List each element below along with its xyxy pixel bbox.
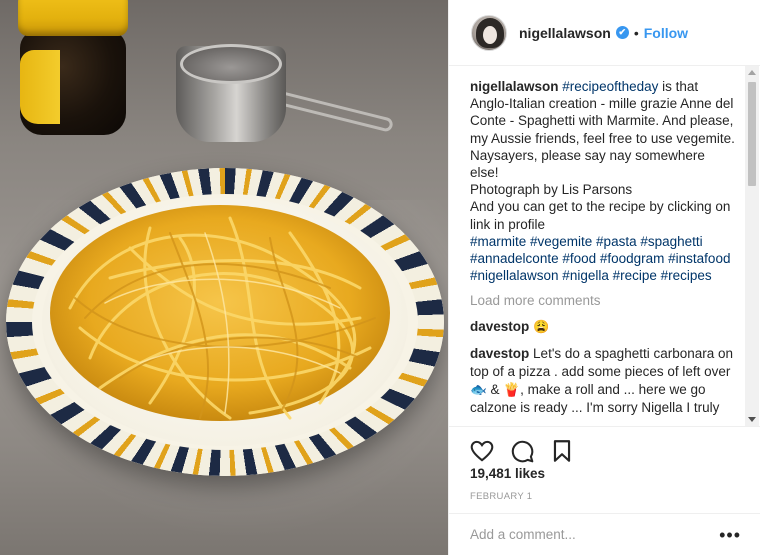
action-bar	[449, 426, 760, 466]
load-more-comments-button[interactable]: Load more comments	[470, 292, 737, 309]
bookmark-icon[interactable]	[549, 438, 575, 464]
comment-username[interactable]: davestop	[470, 319, 529, 334]
comment-text: 😩	[533, 319, 550, 335]
avatar[interactable]	[471, 14, 507, 51]
jar-lid	[18, 0, 128, 36]
caption-username[interactable]: nigellalawson	[470, 79, 559, 94]
avatar-face	[483, 25, 497, 44]
follow-button[interactable]: Follow	[644, 25, 688, 41]
caption-credit: Photograph by Lis Parsons	[470, 182, 633, 198]
post-date: FEBRUARY 1	[470, 491, 533, 502]
marmite-jar	[18, 0, 128, 142]
spaghetti	[50, 205, 390, 421]
post-photo[interactable]	[0, 0, 448, 555]
cup-handle	[274, 90, 395, 133]
comment-icon[interactable]	[509, 438, 535, 464]
comments-scrollbar[interactable]	[745, 66, 759, 426]
caption-hashtag[interactable]: #recipeoftheday	[562, 79, 658, 94]
verified-badge-icon: ✔	[615, 26, 629, 39]
scroll-thumb[interactable]	[748, 82, 756, 186]
comment-item: davestop Let's do a spaghetti carbonara …	[470, 345, 737, 417]
cup-rim	[180, 44, 282, 84]
jar-label	[20, 50, 60, 124]
post-caption: nigellalawson #recipeoftheday is that An…	[470, 78, 737, 284]
scroll-down-arrow-icon[interactable]	[748, 417, 756, 422]
comment-input[interactable]	[470, 527, 720, 542]
caption-hashtags[interactable]: #marmite #vegemite #pasta #spaghetti #an…	[470, 233, 737, 285]
header-username[interactable]: nigellalawson	[519, 25, 611, 41]
comment-username[interactable]: davestop	[470, 346, 529, 361]
post-sidebar: nigellalawson ✔ • Follow nigellalawson #…	[448, 0, 760, 555]
caption-link-note: And you can get to the recipe by clickin…	[470, 199, 731, 232]
like-count[interactable]: 19,481 likes	[470, 466, 545, 481]
scroll-up-arrow-icon[interactable]	[748, 70, 756, 75]
measuring-cup	[176, 40, 406, 150]
add-comment-bar: •••	[449, 513, 760, 555]
post-header: nigellalawson ✔ • Follow	[449, 0, 760, 66]
comment-item: davestop 😩	[470, 318, 737, 336]
separator-dot: •	[633, 24, 639, 41]
more-options-icon[interactable]: •••	[719, 526, 741, 544]
comments-list[interactable]: nigellalawson #recipeoftheday is that An…	[449, 66, 760, 426]
heart-icon[interactable]	[469, 438, 495, 464]
caption-text: is that Anglo-Italian creation - mille g…	[470, 79, 735, 181]
